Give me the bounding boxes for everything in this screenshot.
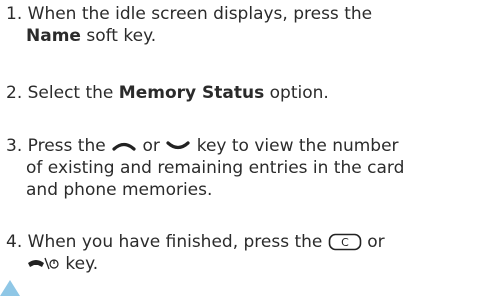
step-number: 4. [6,232,23,252]
step-text: option. [269,83,329,103]
step-text: When the idle screen displays, press the [27,4,373,24]
step-1: 1. When the idle screen displays, press … [6,3,498,47]
step-text: of existing and remaining entries in the… [26,158,405,178]
memory-status-option-label: Memory Status [118,83,265,103]
end-power-key-icon [26,256,60,272]
name-soft-key-label: Name [26,26,81,46]
c-key-label: C [341,236,349,249]
step-number: 3. [6,136,23,156]
step-text: Select the [27,83,114,103]
step-text: and phone memories. [26,180,213,200]
or-text: or [367,232,385,252]
step-text: key. [65,254,99,274]
or-text: or [142,136,160,156]
step-number: 1. [6,4,23,24]
down-navigation-key-icon [165,139,191,153]
step-number: 2. [6,83,23,103]
step-2: 2. Select the Memory Status option. [6,82,498,104]
step-text: Press the [27,136,106,156]
c-clear-key-icon: C [328,233,362,251]
step-text: When you have finished, press the [27,232,323,252]
step-text: soft key. [86,26,157,46]
step-text: key to view the number [196,136,399,156]
step-3: 3. Press the or key to view the number o… [6,135,498,201]
step-4: 4. When you have finished, press the C o… [6,231,498,275]
page-corner-marker [0,280,20,296]
up-navigation-key-icon [111,139,137,153]
